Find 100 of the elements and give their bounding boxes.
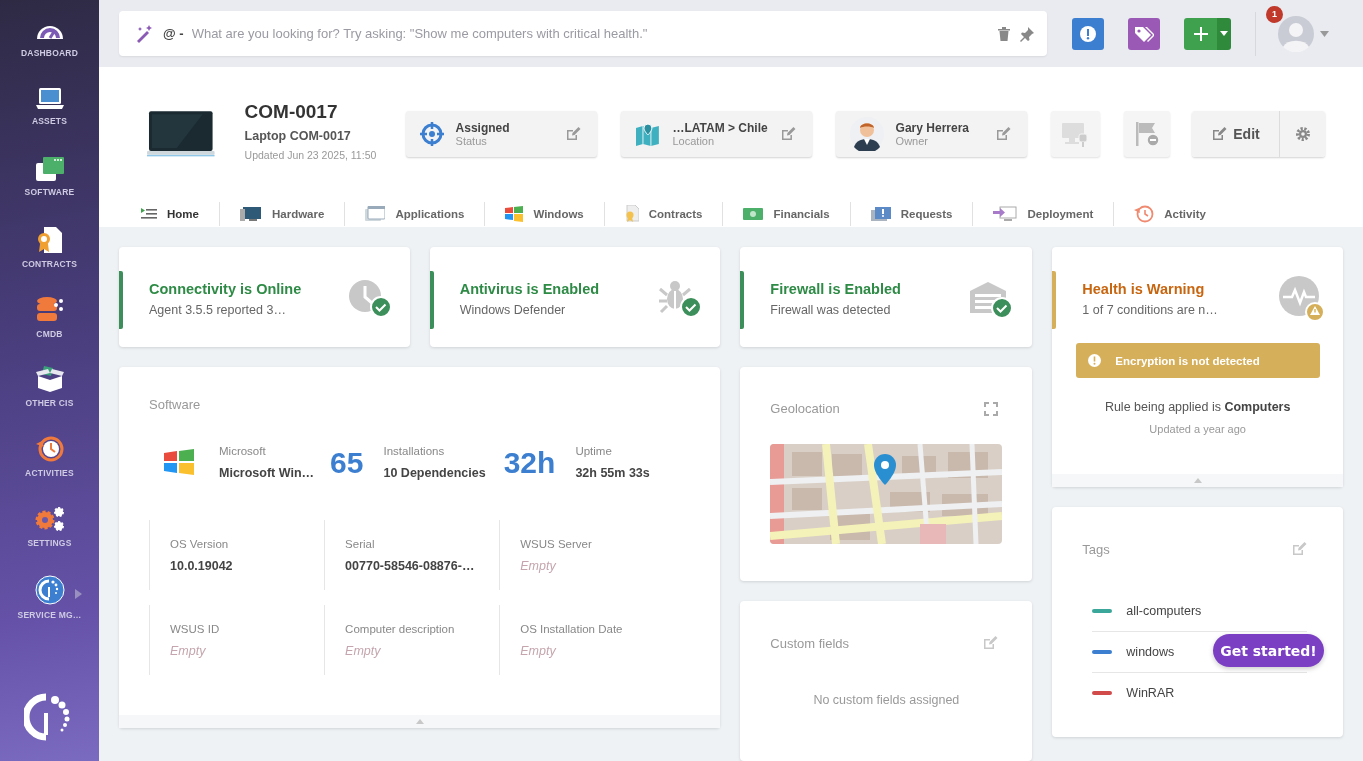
flag-minus-icon [1133, 120, 1162, 149]
field-value: 00770-58546-08876-… [345, 558, 476, 573]
search-field[interactable]: @ - What are you looking for? Try asking: "Show me computers with critical health." [119, 11, 1047, 57]
fullscreen-icon [984, 401, 999, 416]
pulse-warning-icon [1279, 276, 1325, 322]
field-value: 10.0.19042 [170, 558, 234, 573]
field-label: WSUS Server [520, 537, 593, 550]
field-label: Serial [345, 537, 376, 550]
delete-button[interactable] [997, 25, 1011, 42]
stat-label: Installations [383, 445, 446, 457]
sidebar-item[interactable]: SETTINGS [0, 504, 99, 575]
stat-value: 10 Dependencies [383, 466, 486, 480]
tab[interactable]: Requests [870, 201, 953, 228]
tag-label[interactable]: all-computers [1126, 604, 1202, 618]
caret-icon [1320, 30, 1329, 37]
asset-title: COM-0017 [244, 101, 339, 124]
gears-icon [34, 504, 65, 533]
sidebar-item[interactable]: SERVICE MG… [0, 574, 99, 645]
caret-icon [1220, 31, 1228, 37]
stat-number: 32h [503, 445, 556, 480]
status-title: Health is Warning [1082, 281, 1206, 297]
certificate-icon [35, 226, 64, 255]
sidebar-item[interactable]: DASHBOARD [0, 17, 99, 87]
tab[interactable]: Financials [743, 201, 830, 228]
edit-button[interactable] [982, 635, 999, 651]
status-detail: Agent 3.5.5 reported 3… [149, 303, 287, 317]
stat-number: 65 [330, 445, 364, 480]
edit-button[interactable]: Edit [1192, 111, 1279, 158]
logo-icon [34, 574, 65, 605]
exclamation-icon [1088, 354, 1102, 367]
stat-value: 32h 55m 33s [575, 466, 650, 480]
deployment-icon [993, 206, 1018, 223]
pin-icon [1019, 25, 1035, 42]
mention-prefix: @ - [163, 26, 184, 42]
updated-text: Updated Jun 23 2025, 11:50 [244, 149, 378, 162]
add-button[interactable] [1184, 17, 1217, 50]
tab[interactable]: Applications [365, 201, 465, 228]
database-icon [34, 295, 65, 324]
edit-icon [779, 126, 796, 143]
edit-button[interactable] [1291, 541, 1307, 557]
folder-icon [870, 206, 891, 223]
tab[interactable]: Hardware [239, 201, 325, 228]
settings-button[interactable] [1279, 111, 1325, 158]
trash-icon [997, 25, 1011, 42]
tab[interactable]: Activity [1134, 201, 1206, 228]
status-detail: Windows Defender [459, 303, 567, 317]
info-button[interactable]: …LATAM > Chile Location [620, 111, 812, 158]
sidebar-item[interactable]: ACTIVITIES [0, 435, 99, 505]
caret-icon [1193, 478, 1202, 483]
edit-icon [1211, 126, 1228, 143]
flag-button[interactable] [1124, 111, 1170, 158]
info-button[interactable]: Gary Herrera Owner [835, 111, 1027, 158]
caret-icon [415, 719, 424, 724]
gear-icon [1294, 126, 1311, 143]
fullscreen-button[interactable] [984, 401, 999, 416]
status-title: Antivirus is Enabled [459, 281, 600, 297]
alert-button[interactable] [1072, 17, 1104, 50]
field-value: Empty [345, 643, 382, 658]
field-label: OS Version [170, 537, 230, 550]
sidebar-item[interactable]: CONTRACTS [0, 226, 99, 296]
exclamation-icon [1079, 24, 1097, 43]
dropdown-button[interactable] [1217, 17, 1231, 50]
sidebar-item[interactable]: OTHER CIS [0, 365, 99, 436]
stat-label: Uptime [575, 445, 613, 457]
list-icon [141, 207, 157, 222]
status-title: Firewall is Enabled [770, 281, 901, 297]
tag-label[interactable]: WinRAR [1126, 686, 1175, 700]
window-icon [365, 206, 386, 223]
updated-text: Updated a year ago [1148, 423, 1247, 435]
tab[interactable]: Windows [505, 201, 584, 228]
history-icon [1134, 205, 1155, 224]
sidebar-item[interactable]: CMDB [0, 295, 99, 366]
field-label: OS Installation Date [520, 622, 624, 635]
laptop-icon [147, 111, 215, 158]
favorite-button[interactable] [1019, 25, 1035, 42]
status-detail: Firewall was detected [770, 303, 892, 317]
history-icon [34, 435, 65, 464]
field-value: Empty [520, 643, 557, 658]
field-label: Computer description [345, 622, 456, 635]
tag-label[interactable]: windows [1126, 645, 1175, 659]
sidebar-item[interactable]: ASSETS [0, 86, 99, 157]
stat-value: Microsoft Win… [219, 466, 315, 480]
avatar-icon [1278, 15, 1314, 52]
windows-logo-icon [505, 205, 524, 224]
stat-label: Microsoft [219, 445, 267, 457]
tag-button[interactable] [1128, 17, 1160, 50]
expand-icon [75, 588, 82, 599]
tab[interactable]: Contracts [624, 201, 703, 228]
status-title: Connectivity is Online [149, 281, 302, 297]
laptop-icon [34, 86, 65, 111]
crosshair-icon [419, 122, 444, 147]
edit-icon [1291, 541, 1307, 557]
status-detail: 1 of 7 conditions are n… [1082, 303, 1218, 317]
get-started-button[interactable]: Get started! [1213, 634, 1324, 667]
card-title: Tags [1082, 541, 1110, 557]
window-icon [34, 156, 65, 183]
sidebar-item[interactable]: SOFTWARE [0, 156, 99, 227]
map-icon [634, 122, 661, 147]
info-button[interactable]: Assigned Status [405, 111, 597, 158]
tab[interactable]: Deployment [993, 201, 1094, 228]
